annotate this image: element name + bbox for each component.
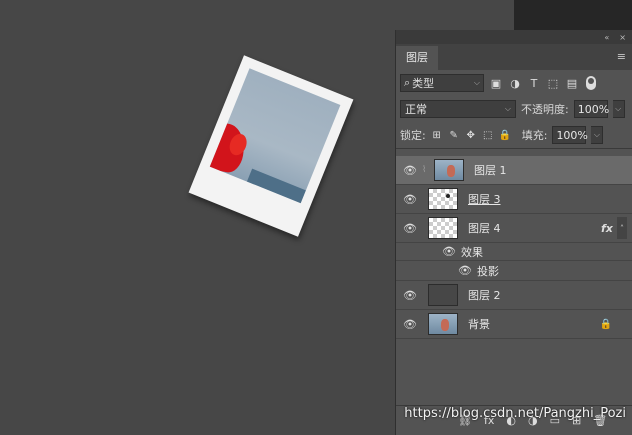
collapse-effects-icon[interactable]: ˄ (617, 217, 627, 239)
layer-row-2[interactable]: 👁 图层 2 (396, 281, 632, 310)
filter-kind-label: 类型 (412, 77, 435, 90)
fill-chevron-icon[interactable]: ⌵ (591, 126, 604, 144)
layers-panel: « × 图层 ≡ ⌕ 类型 ⌵ ▣ ◑ T ⬚ ▤ 正常 ⌵ 不透明度: 100… (395, 30, 632, 435)
layer-row-3[interactable]: 👁 图层 3 (396, 185, 632, 214)
type-filter-icon[interactable]: T (527, 76, 541, 90)
lock-image-icon[interactable]: ✎ (448, 129, 460, 141)
polaroid-photo (209, 68, 341, 204)
filter-row: ⌕ 类型 ⌵ ▣ ◑ T ⬚ ▤ (396, 70, 632, 96)
search-icon: ⌕ (404, 76, 411, 89)
chevron-down-icon: ⌵ (473, 78, 480, 87)
workspace-strip (514, 0, 632, 30)
pixel-filter-icon[interactable]: ▣ (489, 76, 503, 90)
layer-row-1[interactable]: 👁 ⌇ 图层 1 (396, 156, 632, 185)
photoshop-window: « × 图层 ≡ ⌕ 类型 ⌵ ▣ ◑ T ⬚ ▤ 正常 ⌵ 不透明度: 100… (0, 0, 632, 435)
water-area (246, 168, 306, 204)
eye-icon[interactable]: 👁 (396, 193, 424, 206)
layer-thumbnail (428, 188, 458, 210)
effects-label: 效果 (460, 245, 483, 259)
effects-row[interactable]: 👁 效果 (396, 243, 632, 261)
opacity-input[interactable]: 100% (573, 100, 609, 118)
filter-kind-select[interactable]: ⌕ 类型 ⌵ (400, 74, 484, 92)
clip-indicator-icon: ⌇ (422, 165, 427, 175)
document-canvas[interactable] (0, 0, 395, 435)
layer-thumbnail (434, 159, 464, 181)
thumbnail-dot (446, 194, 450, 198)
lock-all-icon[interactable]: 🔒 (499, 129, 511, 141)
panel-menu-icon[interactable]: ≡ (617, 50, 626, 63)
panel-title-strip: « × (396, 30, 632, 44)
collapse-icon[interactable]: « (604, 33, 609, 42)
fx-icon[interactable]: fx (601, 222, 615, 235)
opacity-chevron-icon[interactable]: ⌵ (612, 100, 625, 118)
fill-label: 填充: (521, 129, 548, 142)
eye-icon[interactable]: 👁 (396, 318, 424, 331)
layer-name[interactable]: 背景 (468, 316, 599, 332)
layer-thumbnail (428, 217, 458, 239)
eye-icon[interactable]: 👁 (458, 264, 472, 277)
polaroid-artwork (188, 55, 354, 237)
lock-icon: 🔒 (599, 318, 613, 330)
lock-position-icon[interactable]: ✥ (465, 129, 477, 141)
layer-thumbnail (428, 313, 458, 335)
fill-input[interactable]: 100% (552, 126, 588, 144)
layer-row-4[interactable]: 👁 图层 4 fx ˄ (396, 214, 632, 243)
layer-row-background[interactable]: 👁 背景 🔒 (396, 310, 632, 339)
adjustment-filter-icon[interactable]: ◑ (508, 76, 522, 90)
lock-artboard-icon[interactable]: ⬚ (482, 129, 494, 141)
layers-list: 👁 ⌇ 图层 1 👁 图层 3 👁 图层 4 fx ˄ 👁 效果 👁 投影 👁 … (396, 156, 632, 339)
layer-name[interactable]: 图层 4 (468, 220, 601, 236)
panel-tab-bar: 图层 ≡ (396, 44, 632, 70)
watermark-text: https://blog.csdn.net/Pangzhi_Pozi (404, 406, 626, 421)
lock-transparent-icon[interactable]: ⊞ (431, 129, 443, 141)
eye-icon[interactable]: 👁 (396, 289, 424, 302)
close-icon[interactable]: × (619, 33, 626, 42)
chevron-down-icon: ⌵ (504, 104, 511, 113)
layer-thumbnail (428, 284, 458, 306)
blend-mode-select[interactable]: 正常 ⌵ (400, 100, 516, 118)
layer-name[interactable]: 图层 2 (468, 287, 632, 303)
shape-filter-icon[interactable]: ⬚ (546, 76, 560, 90)
lock-row: 锁定: ⊞ ✎ ✥ ⬚ 🔒 填充: 100% ⌵ (396, 122, 632, 148)
divider (396, 148, 632, 149)
lock-label: 锁定: (400, 129, 426, 142)
layer-name[interactable]: 图层 3 (468, 191, 632, 207)
opacity-label: 不透明度: (521, 103, 569, 116)
filter-toggle[interactable] (586, 76, 596, 90)
layer-name[interactable]: 图层 1 (474, 162, 632, 178)
drop-shadow-row[interactable]: 👁 投影 (396, 261, 632, 281)
eye-icon[interactable]: 👁 (396, 164, 424, 177)
drop-shadow-label: 投影 (476, 264, 499, 278)
tab-layers[interactable]: 图层 (396, 46, 438, 70)
eye-icon[interactable]: 👁 (442, 245, 456, 258)
blend-row: 正常 ⌵ 不透明度: 100% ⌵ (396, 96, 632, 122)
smart-object-filter-icon[interactable]: ▤ (565, 76, 579, 90)
eye-icon[interactable]: 👁 (396, 222, 424, 235)
blend-mode-value: 正常 (405, 103, 427, 116)
